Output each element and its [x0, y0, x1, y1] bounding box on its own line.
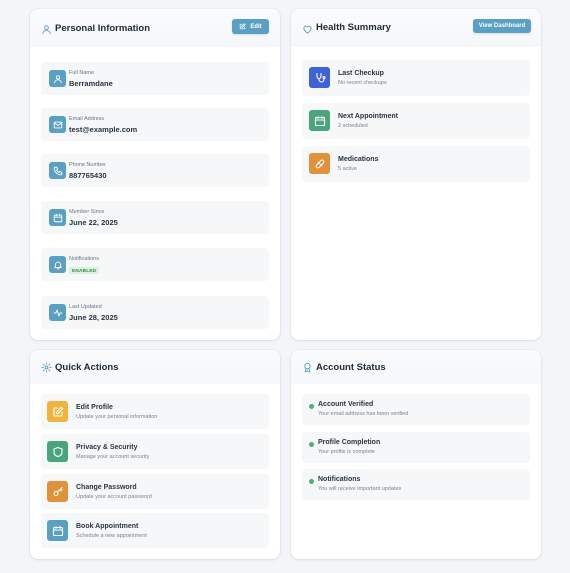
info-value: June 22, 2025: [69, 218, 118, 227]
activity-icon: [49, 304, 66, 321]
status-item-notifications: Notifications You will receive important…: [302, 469, 530, 500]
status-item-subtitle: Your email address has been verified: [318, 411, 409, 417]
bell-icon: [49, 256, 66, 273]
health-item-subtitle: No recent checkups: [338, 80, 387, 86]
quick-action-edit-profile[interactable]: Edit Profile Update your personal inform…: [41, 394, 269, 429]
info-label: Last Updated: [69, 304, 102, 310]
info-row-last-updated: Last Updated June 28, 2025: [41, 296, 269, 329]
info-row-full-name: Full Name Berramdane: [41, 62, 269, 95]
pill-icon: [309, 153, 330, 174]
info-label: Phone Number: [69, 162, 106, 168]
quick-action-subtitle: Schedule a new appointment: [76, 533, 147, 539]
shield-icon: [47, 441, 68, 462]
info-row-email: Email Address test@example.com: [41, 108, 269, 141]
info-row-notifications: Notifications ENABLED: [41, 248, 269, 281]
account-status-header: Account Status: [291, 350, 541, 384]
info-label: Notifications: [69, 256, 99, 262]
quick-action-change-password[interactable]: Change Password Update your account pass…: [41, 474, 269, 509]
edit-icon: [240, 23, 246, 30]
quick-action-title: Edit Profile: [76, 404, 113, 411]
phone-icon: [49, 162, 66, 179]
health-item-last-checkup[interactable]: Last Checkup No recent checkups: [302, 60, 530, 96]
gear-icon: [41, 362, 52, 373]
info-label: Full Name: [69, 70, 95, 76]
info-row-member-since: Member Since June 22, 2025: [41, 201, 269, 234]
view-dashboard-label: View Dashboard: [478, 23, 526, 29]
status-item-subtitle: Your profile is complete: [318, 449, 375, 455]
quick-action-subtitle: Update your personal information: [76, 414, 158, 420]
edit-button[interactable]: Edit: [232, 19, 269, 34]
user-icon: [49, 70, 66, 87]
info-label: Member Since: [69, 209, 105, 215]
edit-icon: [47, 401, 68, 422]
stethoscope-icon: [309, 67, 330, 88]
health-summary-header: Health Summary View Dashboard: [291, 9, 541, 47]
account-status-title: Account Status: [316, 362, 386, 373]
status-item-subtitle: You will receive important updates: [318, 486, 402, 492]
quick-action-privacy-security[interactable]: Privacy & Security Manage your account s…: [41, 434, 269, 469]
status-item-title: Profile Completion: [318, 439, 381, 446]
calendar-icon: [309, 110, 330, 131]
user-icon: [41, 24, 52, 35]
status-item-profile-completion: Profile Completion Your profile is compl…: [302, 432, 530, 463]
quick-action-title: Book Appointment: [76, 523, 139, 530]
status-dot: [309, 442, 314, 447]
quick-action-subtitle: Update your account password: [76, 494, 152, 500]
quick-actions-title: Quick Actions: [55, 362, 119, 373]
mail-icon: [49, 116, 66, 133]
health-item-title: Next Appointment: [338, 113, 399, 120]
edit-button-label: Edit: [250, 23, 262, 30]
status-item-title: Notifications: [318, 476, 361, 483]
info-row-phone: Phone Number 887765430: [41, 154, 269, 187]
health-item-medications[interactable]: Medications 5 active: [302, 146, 530, 182]
status-dot: [309, 404, 314, 409]
health-summary-card: Health Summary View Dashboard Last Check…: [291, 9, 541, 340]
status-dot: [309, 479, 314, 484]
quick-actions-card: Quick Actions Edit Profile Update your p…: [30, 350, 280, 559]
heart-icon: [302, 24, 313, 35]
award-icon: [302, 362, 313, 373]
quick-action-title: Privacy & Security: [76, 444, 138, 451]
personal-information-title: Personal Information: [55, 23, 151, 34]
info-label: Email Address: [69, 116, 105, 122]
quick-action-title: Change Password: [76, 484, 137, 491]
account-status-card: Account Status Account Verified Your ema…: [291, 350, 541, 559]
health-item-title: Medications: [338, 156, 379, 163]
status-item-title: Account Verified: [318, 401, 374, 408]
health-item-subtitle: 2 scheduled: [338, 123, 368, 129]
health-summary-title: Health Summary: [316, 22, 391, 33]
calendar-icon: [49, 209, 66, 226]
health-item-subtitle: 5 active: [338, 166, 357, 172]
health-item-next-appointment[interactable]: Next Appointment 2 scheduled: [302, 103, 530, 139]
info-value: Berramdane: [69, 79, 113, 88]
key-icon: [47, 481, 68, 502]
info-value: 887765430: [69, 171, 107, 180]
quick-actions-header: Quick Actions: [30, 350, 280, 384]
calendar-icon: [47, 520, 68, 541]
personal-information-header: Personal Information Edit: [30, 9, 280, 47]
info-value: test@example.com: [69, 125, 138, 134]
status-badge: ENABLED: [69, 267, 100, 274]
status-item-account-verified: Account Verified Your email address has …: [302, 394, 530, 425]
quick-action-book-appointment[interactable]: Book Appointment Schedule a new appointm…: [41, 513, 269, 548]
view-dashboard-button[interactable]: View Dashboard: [473, 19, 531, 33]
info-value: June 28, 2025: [69, 313, 118, 322]
personal-information-card: Personal Information Edit Full Name Berr…: [30, 9, 280, 340]
health-item-title: Last Checkup: [338, 70, 384, 77]
quick-action-subtitle: Manage your account security: [76, 454, 150, 460]
